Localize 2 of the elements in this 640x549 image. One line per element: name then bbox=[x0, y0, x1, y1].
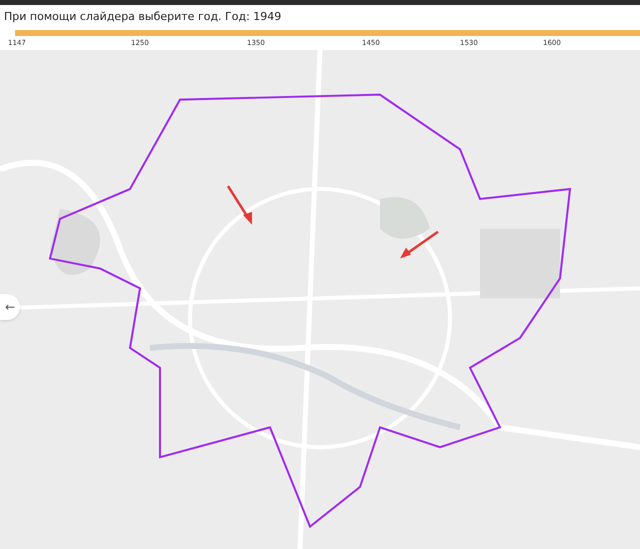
year-slider[interactable] bbox=[15, 30, 640, 36]
slider-label: При помощи слайдера выберите год. Год: 1949 bbox=[4, 10, 282, 23]
